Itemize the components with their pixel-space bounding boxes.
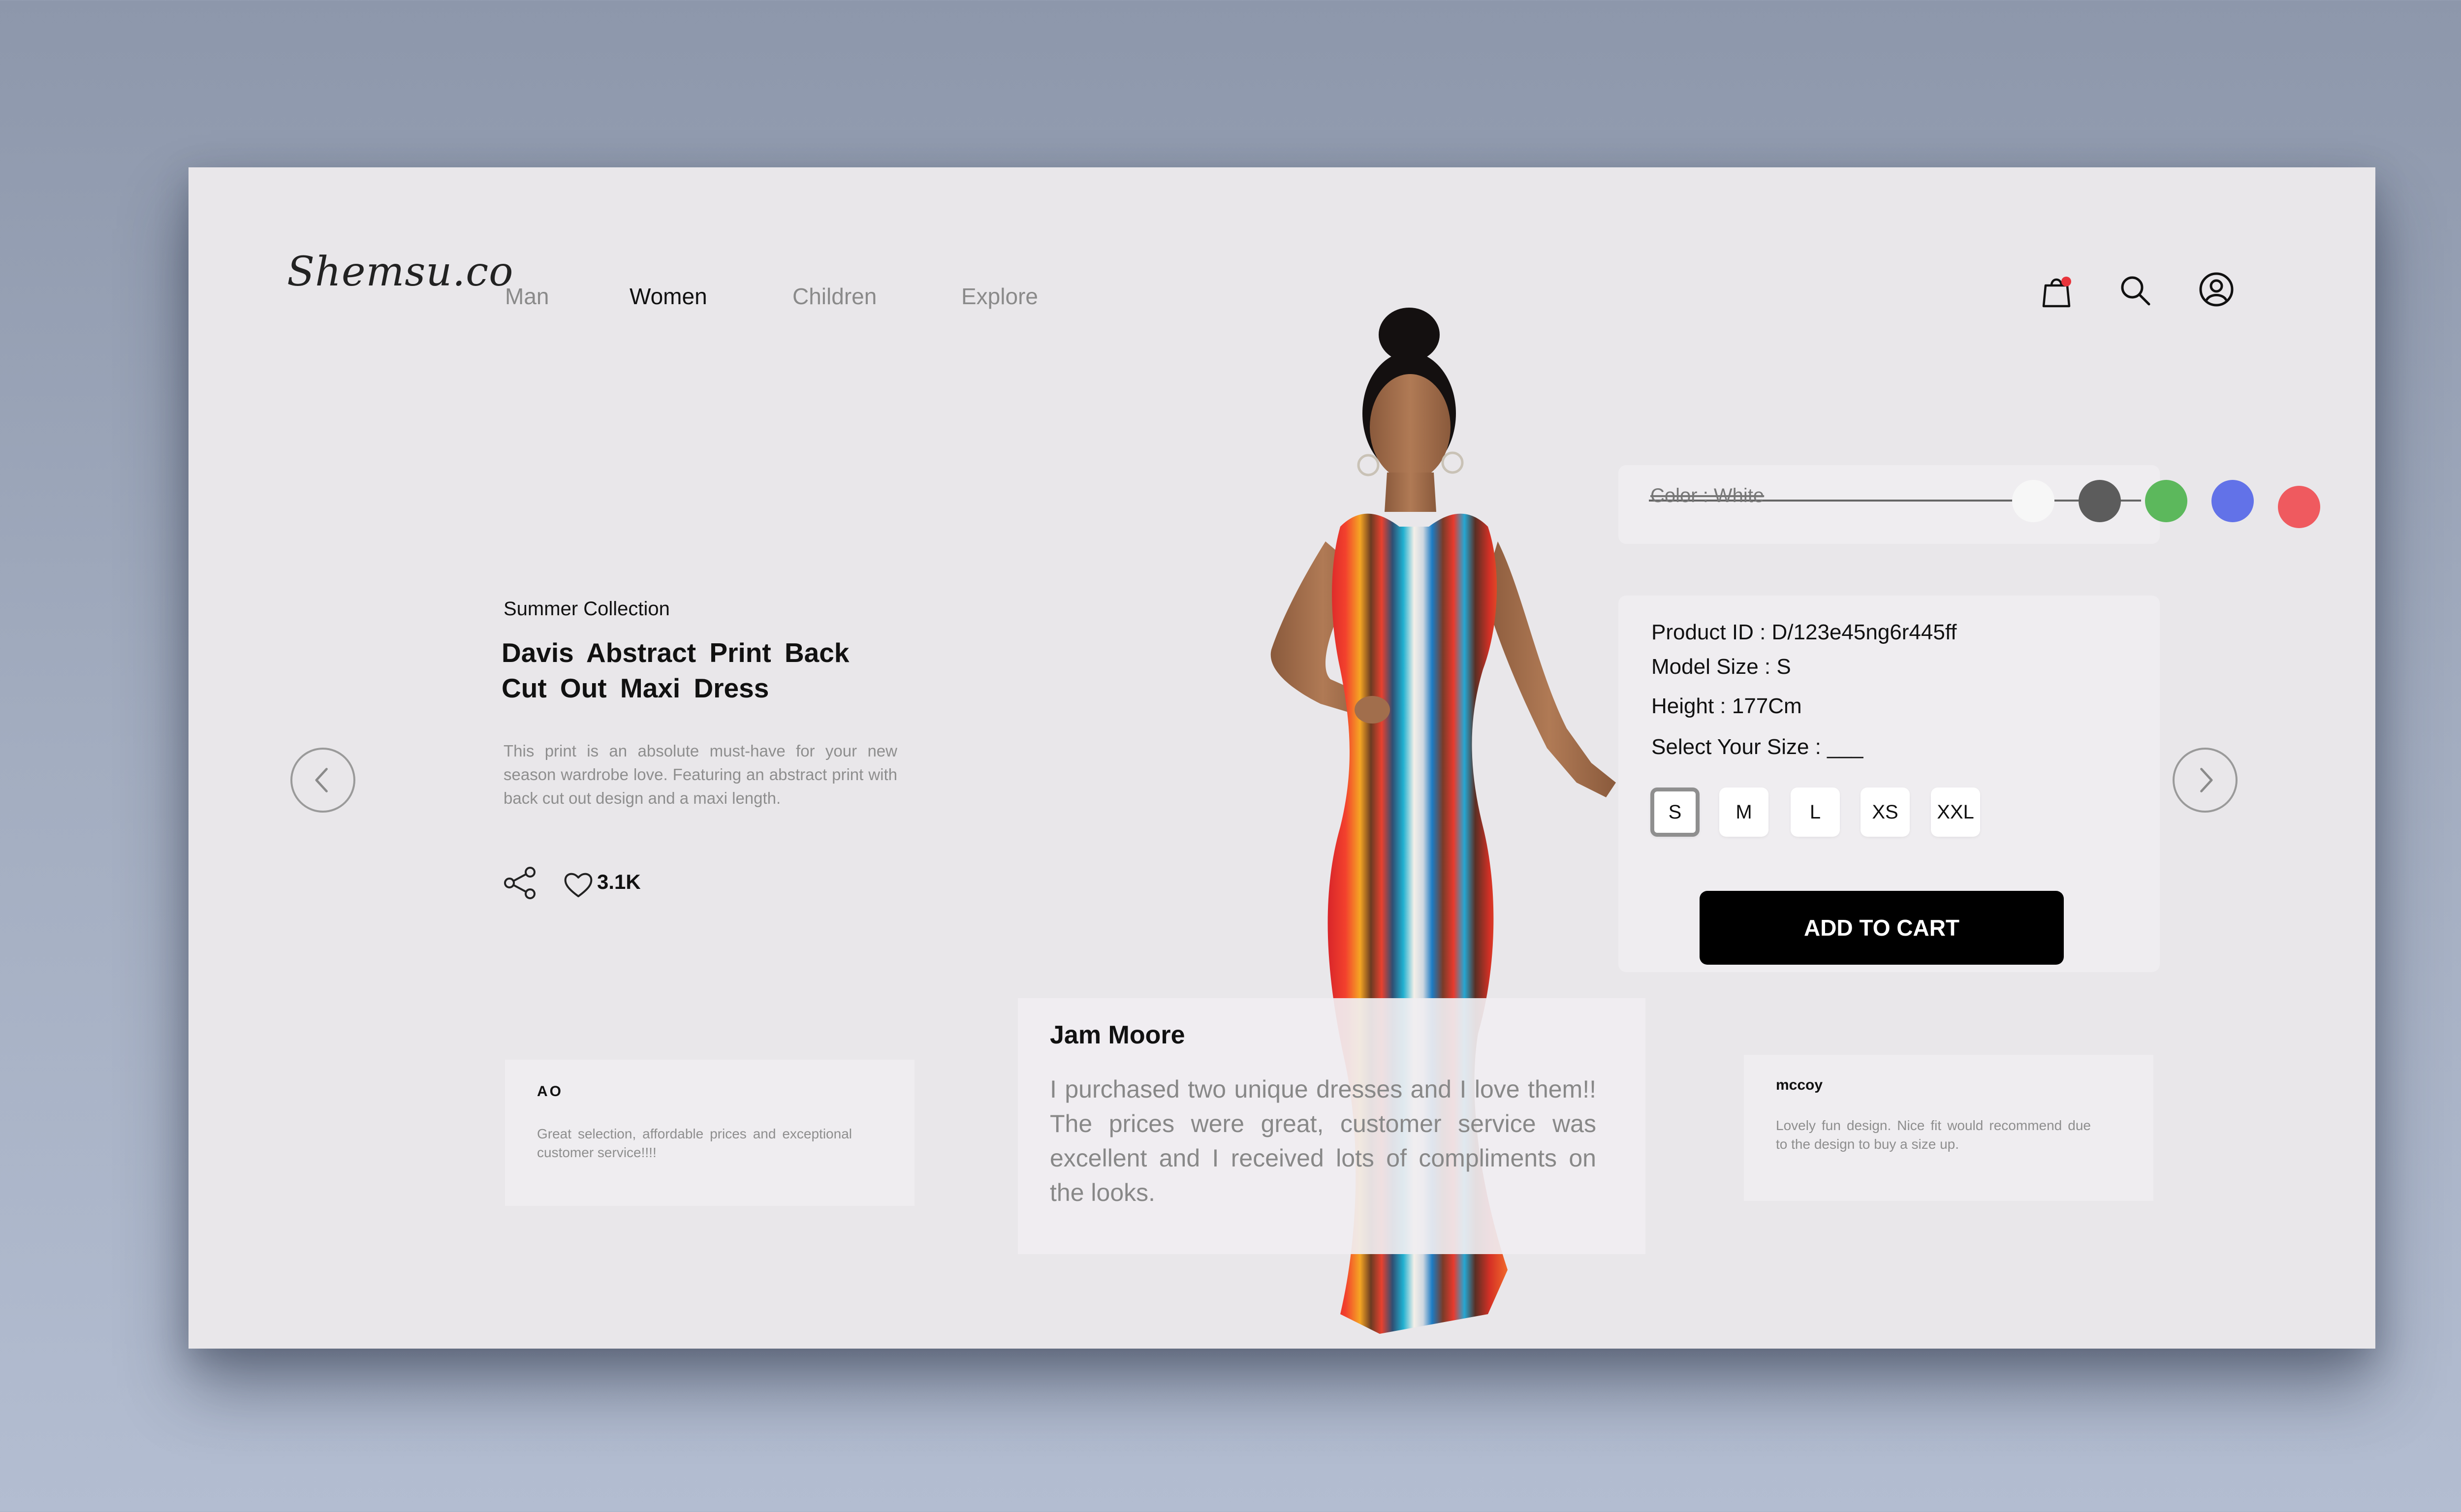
- collection-label: Summer Collection: [504, 598, 670, 620]
- search-icon[interactable]: [2115, 271, 2155, 310]
- reviewer-name: mccoy: [1776, 1077, 1823, 1093]
- color-swatch-red[interactable]: [2278, 486, 2320, 528]
- select-size-label: Select Your Size : ___: [1651, 735, 1863, 759]
- color-swatch-green[interactable]: [2145, 480, 2187, 522]
- size-option-l[interactable]: L: [1791, 788, 1840, 837]
- color-swatch-white[interactable]: [2012, 480, 2054, 522]
- nav-item-man[interactable]: Man: [505, 283, 549, 310]
- review-card-left: AO Great selection, affordable prices an…: [505, 1060, 915, 1206]
- reviewer-name: Jam Moore: [1050, 1021, 1185, 1049]
- size-option-m[interactable]: M: [1719, 788, 1768, 837]
- color-swatch-blue[interactable]: [2211, 480, 2254, 522]
- color-label: Color : White: [1650, 485, 1765, 506]
- size-option-xxl[interactable]: XXL: [1931, 788, 1980, 837]
- color-selector-panel: Color : White: [1618, 465, 2320, 544]
- reviewer-name: AO: [537, 1083, 563, 1100]
- heart-icon[interactable]: [563, 869, 594, 900]
- review-card-right: mccoy Lovely fun design. Nice fit would …: [1744, 1055, 2153, 1201]
- review-card-featured: Jam Moore I purchased two unique dresses…: [1018, 998, 1645, 1254]
- user-icon[interactable]: [2197, 270, 2236, 309]
- shopping-bag-icon[interactable]: [2037, 271, 2076, 310]
- product-id: Product ID : D/123e45ng6r445ff: [1651, 620, 1957, 644]
- product-detail-panel: Product ID : D/123e45ng6r445ff Model Siz…: [1618, 596, 2160, 972]
- next-arrow-button[interactable]: [2173, 748, 2238, 813]
- review-text: I purchased two unique dresses and I lov…: [1050, 1075, 1596, 1206]
- nav-item-women[interactable]: Women: [630, 283, 707, 310]
- brand-logo[interactable]: Shemsu.co: [287, 249, 514, 295]
- size-option-xs[interactable]: XS: [1861, 788, 1910, 837]
- like-count: 3.1K: [597, 870, 641, 893]
- cart-notification-dot: [2061, 277, 2071, 286]
- size-option-s[interactable]: S: [1650, 788, 1700, 837]
- previous-arrow-button[interactable]: [290, 748, 355, 813]
- review-text: Great selection, affordable prices and e…: [537, 1126, 852, 1160]
- model-size: Model Size : S: [1651, 655, 1791, 679]
- product-description: This print is an absolute must-have for …: [504, 742, 897, 807]
- share-icon[interactable]: [503, 865, 538, 901]
- product-title: Davis Abstract Print Back Cut Out Maxi D…: [502, 637, 850, 703]
- nav-item-children[interactable]: Children: [792, 283, 877, 310]
- model-height: Height : 177Cm: [1651, 694, 1802, 718]
- app-window: Shemsu.co Man Women Children Explore Sum…: [189, 167, 2375, 1349]
- color-swatch-gray[interactable]: [2079, 480, 2121, 522]
- review-text: Lovely fun design. Nice fit would recomm…: [1776, 1118, 2091, 1152]
- add-to-cart-button[interactable]: ADD TO CART: [1700, 891, 2064, 965]
